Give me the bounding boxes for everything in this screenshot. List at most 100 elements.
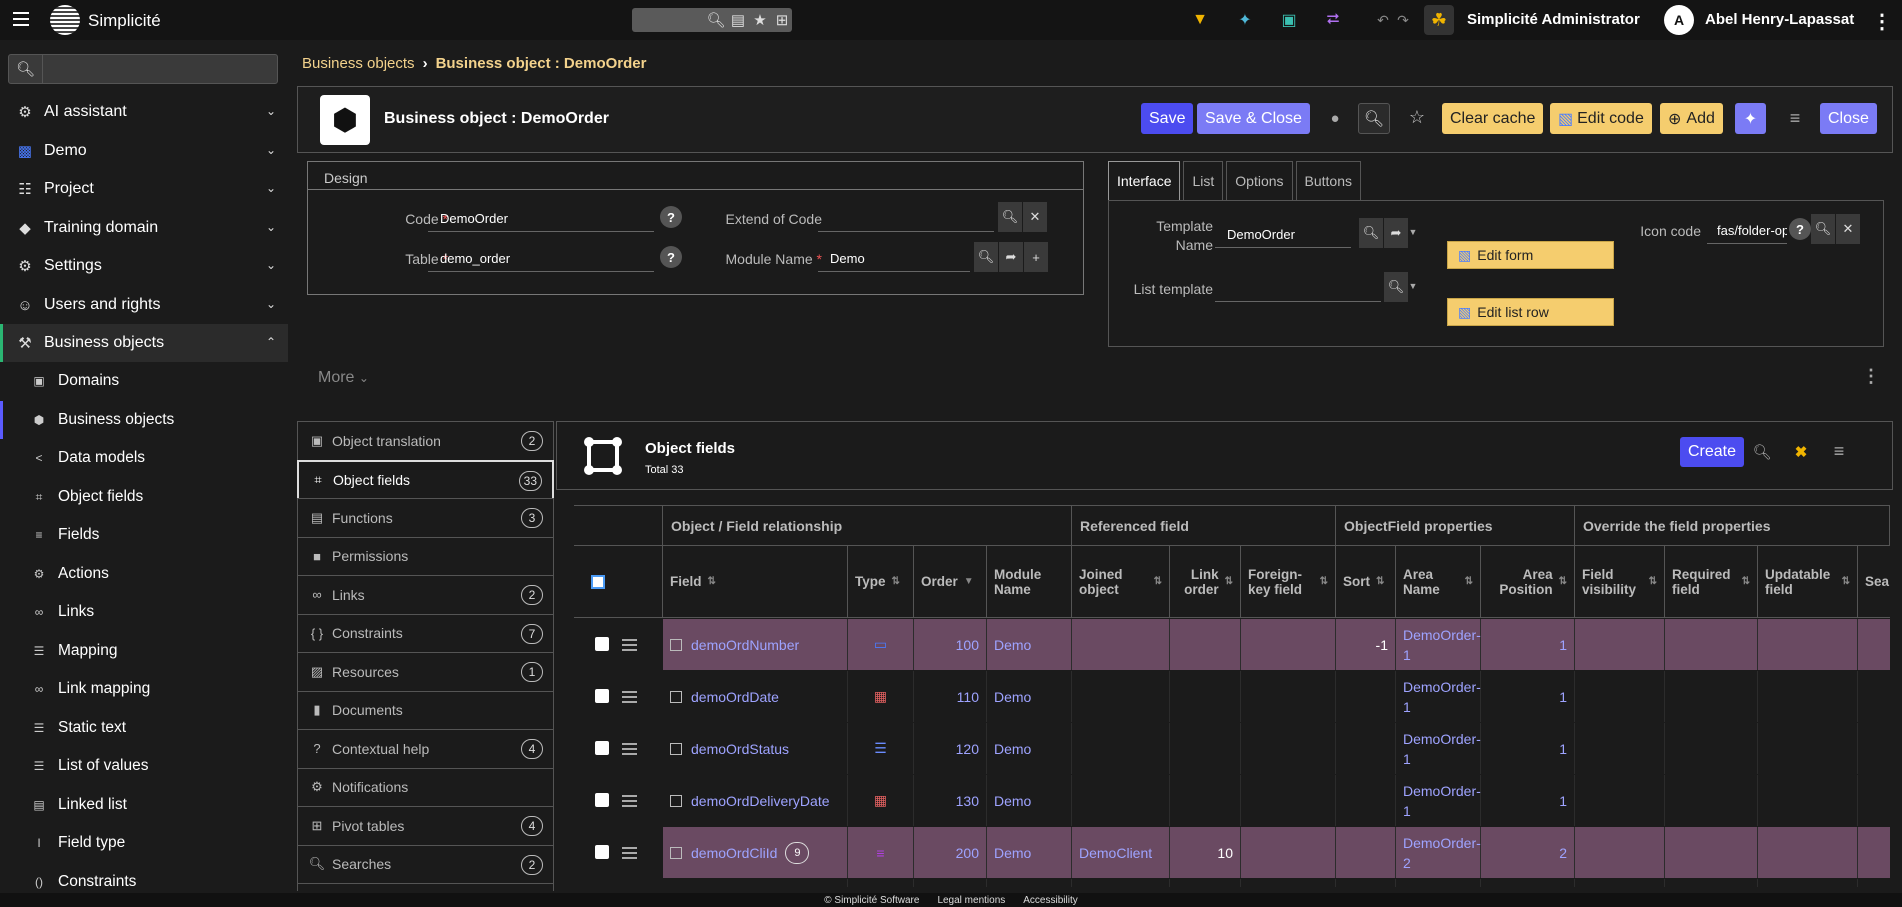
sidebar-subitem-mapping[interactable]: ☰ Mapping — [0, 632, 288, 670]
calendar-icon[interactable]: ▤ — [728, 11, 748, 29]
sidebar-subitem-domains[interactable]: ▣ Domains — [0, 362, 288, 400]
drag-handle-icon[interactable] — [622, 743, 637, 755]
undo-icon[interactable]: ↶ — [1373, 10, 1393, 30]
expand-checkbox[interactable] — [670, 638, 682, 651]
sidebar-item-training-domain[interactable]: ◆ Training domain ⌄ — [0, 209, 288, 247]
hamburger-menu-icon[interactable] — [13, 12, 29, 26]
link-links[interactable]: ∞ Links 2 — [297, 575, 554, 614]
star-icon[interactable]: ☆ — [1406, 106, 1428, 128]
col-area-position[interactable]: Area Position ⇅ — [1481, 546, 1575, 618]
table-row[interactable]: demoOrdNumber ▭ 100 Demo -1 DemoOrder- 1 1 — [574, 619, 1890, 670]
col-field-visibility[interactable]: Field visibility ⇅ — [1575, 546, 1665, 618]
grid-icon[interactable]: ⊞ — [772, 11, 792, 29]
sidebar-subitem-data-models[interactable]: < Data models — [0, 439, 288, 477]
area-name[interactable]: DemoOrder- 2 — [1403, 833, 1481, 873]
cell-order[interactable]: 110 — [957, 689, 979, 705]
col-field[interactable]: Field ⇅ — [663, 546, 848, 618]
cell-module[interactable]: Demo — [994, 845, 1031, 861]
cell-pos[interactable]: 1 — [1559, 793, 1567, 809]
caret-down-icon[interactable]: ▼ — [1408, 225, 1418, 239]
sidebar-item-project[interactable]: ☷ Project ⌄ — [0, 170, 288, 208]
field-name[interactable]: demoOrdStatus — [691, 741, 789, 757]
sidebar-subitem-list-of-values[interactable]: ☰ List of values — [0, 747, 288, 785]
col-order[interactable]: Order ▼ — [914, 546, 987, 618]
search-icon[interactable]: 🔍︎ — [1359, 218, 1383, 248]
row-checkbox[interactable] — [595, 741, 609, 755]
area-name[interactable]: DemoOrder- 1 — [1403, 625, 1481, 665]
clear-cache-button[interactable]: Clear cache — [1442, 103, 1544, 134]
cell-pos[interactable]: 1 — [1559, 741, 1567, 757]
sidebar-item-ai-assistant[interactable]: ⚙ AI assistant ⌄ — [0, 93, 288, 131]
link-object-fields[interactable]: ⌗ Object fields 33 — [297, 459, 554, 498]
filter-clear-icon[interactable]: ✖ — [1791, 442, 1811, 462]
plus-icon[interactable]: + — [1024, 242, 1048, 272]
save-button[interactable]: Save — [1141, 103, 1194, 134]
sidebar-subitem-link-mapping[interactable]: ∞ Link mapping — [0, 670, 288, 708]
extend-of-code-field[interactable] — [818, 202, 994, 232]
simplicite-logo[interactable] — [50, 5, 80, 35]
cell-module[interactable]: Demo — [994, 689, 1031, 705]
field-name[interactable]: demoOrdCliId — [691, 845, 777, 861]
more-toggle[interactable]: More ⌄ — [318, 369, 369, 387]
tab-list[interactable]: List — [1183, 161, 1224, 201]
cell-order[interactable]: 130 — [956, 793, 979, 809]
edit-code-button[interactable]: ▧ Edit code — [1550, 103, 1652, 134]
link-resources[interactable]: ▨ Resources 1 — [297, 652, 554, 691]
tab-buttons[interactable]: Buttons — [1295, 161, 1362, 201]
share-icon[interactable]: ⮂ — [1323, 10, 1343, 30]
cell-pos[interactable]: 1 — [1559, 637, 1567, 653]
filter-icon[interactable]: ▼ — [1190, 10, 1210, 30]
sidebar-subitem-field-type[interactable]: I Field type — [0, 824, 288, 862]
link-constraints[interactable]: { } Constraints 7 — [297, 613, 554, 652]
user-name[interactable]: Abel Henry-Lapassat — [1705, 11, 1854, 28]
menu-icon[interactable]: ≡ — [1829, 441, 1849, 461]
link-more[interactable] — [297, 883, 554, 891]
col-sort[interactable]: Sort ⇅ — [1336, 546, 1396, 618]
sidebar-item-demo[interactable]: ▩ Demo ⌄ — [0, 132, 288, 170]
sidebar-item-business-objects[interactable]: ⚒ Business objects ⌃ — [0, 324, 288, 362]
link-searches[interactable]: 🔍︎ Searches 2 — [297, 844, 554, 883]
cell-order[interactable]: 100 — [956, 637, 979, 653]
search-icon[interactable]: 🔍︎ — [1384, 272, 1408, 302]
area-name[interactable]: DemoOrder- 1 — [1403, 729, 1481, 769]
network-icon[interactable]: ✦ — [1235, 10, 1255, 30]
col-search[interactable]: Sea — [1858, 546, 1890, 618]
link-functions[interactable]: ▤ Functions 3 — [297, 498, 554, 537]
menu-icon[interactable]: ≡ — [1784, 107, 1806, 129]
search-icon[interactable]: 🔍︎ — [1811, 214, 1835, 244]
link-permissions[interactable]: ■ Permissions — [297, 536, 554, 575]
link-notifications[interactable]: ⚙ Notifications — [297, 767, 554, 806]
footer-accessibility-link[interactable]: Accessibility — [1023, 895, 1077, 907]
quick-search-box[interactable]: 🔍︎ ▤ ★ ⊞ — [632, 8, 792, 32]
field-name[interactable]: demoOrdDeliveryDate — [691, 793, 830, 809]
close-button[interactable]: Close — [1820, 103, 1877, 134]
more-options-icon[interactable]: ⋮ — [1862, 366, 1880, 387]
genie-lamp-icon[interactable]: ☘ — [1424, 5, 1454, 35]
col-required-field[interactable]: Required field ⇅ — [1665, 546, 1758, 618]
wizard-icon[interactable]: ✦ — [1735, 103, 1766, 134]
expand-checkbox[interactable] — [670, 742, 682, 755]
open-icon[interactable]: ➦ — [1384, 218, 1408, 248]
field-name[interactable]: demoOrdDate — [691, 689, 779, 705]
link-contextual-help[interactable]: ? Contextual help 4 — [297, 729, 554, 768]
row-checkbox[interactable] — [595, 793, 609, 807]
col-area-name[interactable]: Area Name ⇅ — [1396, 546, 1481, 618]
edit-form-button[interactable]: ▧ Edit form — [1447, 241, 1614, 269]
tab-interface[interactable]: Interface — [1108, 161, 1181, 201]
sidebar-search-input[interactable]: 🔍︎ — [8, 54, 278, 84]
col-updatable-field[interactable]: Updatable field ⇅ — [1758, 546, 1858, 618]
cell-pos[interactable]: 1 — [1559, 689, 1567, 705]
help-icon[interactable]: ? — [660, 206, 682, 228]
module-name-field[interactable]: Demo — [818, 242, 970, 272]
table-row[interactable]: demoCliCodeT210DemoDemoClient demoOrdCliI… — [574, 879, 1890, 887]
add-button[interactable]: ⊕ Add — [1660, 103, 1723, 134]
drag-handle-icon[interactable] — [622, 639, 637, 651]
sidebar-subitem-links[interactable]: ∞ Links — [0, 593, 288, 631]
search-icon[interactable]: 🔍︎ — [706, 11, 726, 29]
create-button[interactable]: Create — [1680, 437, 1745, 467]
edit-list-row-button[interactable]: ▧ Edit list row — [1447, 298, 1614, 326]
table-row[interactable]: demoOrdDeliveryDate ▦ 130 Demo DemoOrder- 1 1 — [574, 775, 1890, 826]
clear-icon[interactable]: ✕ — [1836, 214, 1860, 244]
sidebar-item-settings[interactable]: ⚙ Settings ⌄ — [0, 247, 288, 285]
row-checkbox[interactable] — [595, 845, 609, 859]
